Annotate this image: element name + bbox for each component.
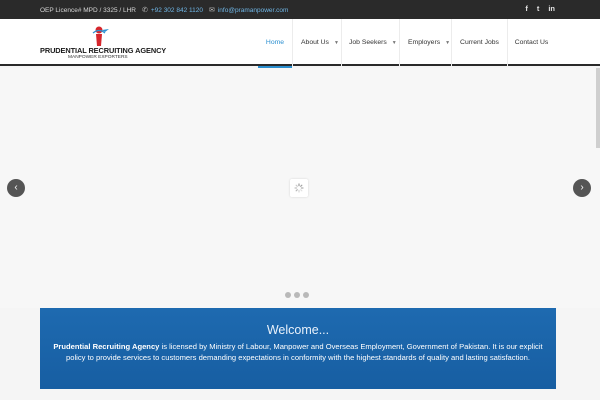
nav-employers[interactable]: Employers ▼ [399, 19, 451, 66]
welcome-company-name: Prudential Recruiting Agency [53, 342, 160, 351]
email-text: info@pramanpower.com [217, 6, 289, 14]
slider-prev-button[interactable]: ‹ [7, 179, 25, 197]
slider-next-button[interactable]: › [573, 179, 591, 197]
nav-job-seekers[interactable]: Job Seekers ▼ [341, 19, 399, 66]
welcome-banner: Welcome... Prudential Recruiting Agency … [40, 308, 556, 389]
nav-contact-us[interactable]: Contact Us [507, 19, 555, 66]
chevron-down-icon: ▼ [391, 39, 397, 46]
top-bar-info: OEP Licence# MPD / 3325 / LHR ✆ +92 302 … [40, 6, 289, 15]
facebook-icon[interactable]: f [525, 4, 528, 13]
brand-tagline: MANPOWER EXPORTERS [68, 55, 128, 60]
slider-pagination [285, 292, 309, 298]
top-bar: OEP Licence# MPD / 3325 / LHR ✆ +92 302 … [0, 0, 600, 19]
scrollbar-thumb[interactable] [596, 68, 600, 148]
nav-job-seekers-label: Job Seekers [349, 39, 387, 46]
chevron-down-icon: ▼ [333, 39, 339, 46]
nav-about-us[interactable]: About Us ▼ [292, 19, 341, 66]
phone-text: +92 302 842 1120 [150, 6, 203, 14]
chevron-right-icon: › [580, 182, 584, 193]
hero-slider: ‹ › [0, 68, 600, 308]
twitter-icon[interactable]: t [537, 4, 540, 13]
main-nav: Home About Us ▼ Job Seekers ▼ Employers … [258, 19, 555, 68]
chevron-left-icon: ‹ [14, 182, 18, 193]
welcome-title: Welcome... [266, 323, 330, 337]
nav-current-jobs-label: Current Jobs [460, 39, 499, 46]
phone-link[interactable]: ✆ +92 302 842 1120 [141, 6, 203, 15]
social-links: f t in [525, 4, 555, 13]
envelope-icon: ✉ [208, 7, 215, 14]
email-link[interactable]: ✉ info@pramanpower.com [208, 6, 289, 15]
slider-dot[interactable] [303, 292, 309, 298]
nav-home[interactable]: Home [258, 19, 292, 68]
nav-current-jobs[interactable]: Current Jobs [451, 19, 507, 66]
logo-mark-icon [92, 26, 109, 46]
licence-text: OEP Licence# MPD / 3325 / LHR [40, 6, 136, 14]
chevron-down-icon: ▼ [445, 39, 451, 46]
linkedin-icon[interactable]: in [548, 4, 555, 13]
site-header: PRUDENTIAL RECRUITING AGENCY MANPOWER EX… [0, 19, 600, 68]
brand-name: PRUDENTIAL RECRUITING AGENCY [40, 46, 167, 55]
nav-contact-us-label: Contact Us [514, 39, 549, 46]
nav-home-label: Home [265, 39, 285, 46]
welcome-text: Prudential Recruiting Agency is licensed… [40, 337, 556, 363]
slider-dot[interactable] [294, 292, 300, 298]
slider-loader [290, 179, 308, 197]
spinner-icon [294, 183, 304, 193]
nav-about-us-label: About Us [301, 39, 329, 46]
nav-employers-label: Employers [408, 39, 441, 46]
site-logo[interactable]: PRUDENTIAL RECRUITING AGENCY MANPOWER EX… [40, 25, 167, 61]
slider-dot[interactable] [285, 292, 291, 298]
phone-icon: ✆ [141, 7, 148, 14]
